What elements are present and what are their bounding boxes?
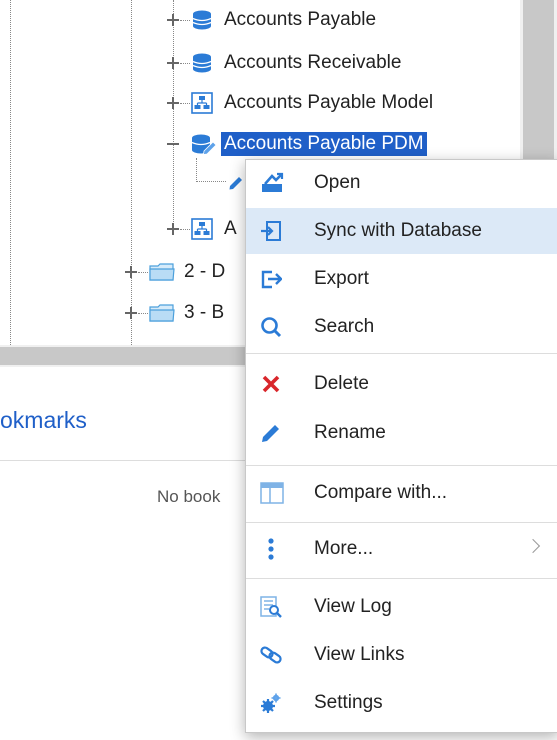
- menu-item-view-log[interactable]: View Log: [246, 584, 557, 630]
- tree-guide-line: [173, 0, 174, 230]
- tree-guide-line: [180, 229, 190, 230]
- menu-item-label: Settings: [314, 692, 383, 713]
- menu-item-search[interactable]: Search: [246, 304, 557, 350]
- tree-item-label: Accounts Payable: [224, 9, 377, 30]
- tree-guide-line: [196, 181, 226, 182]
- menu-item-more[interactable]: More...: [246, 526, 557, 572]
- collapse-toggle[interactable]: [166, 137, 180, 151]
- compare-icon: [260, 482, 284, 504]
- tree-item-label: Accounts Payable PDM: [221, 132, 427, 156]
- view-links-icon: [260, 644, 282, 666]
- menu-separator: [246, 353, 557, 354]
- chevron-right-icon: [525, 538, 541, 554]
- tree-item-label: 3 - B: [184, 302, 225, 323]
- expand-toggle[interactable]: [166, 96, 180, 110]
- tree-item-label: Accounts Receivable: [224, 52, 402, 73]
- menu-item-label: View Log: [314, 596, 392, 617]
- model-icon: [191, 218, 213, 240]
- model-icon: [191, 92, 213, 114]
- menu-item-export[interactable]: Export: [246, 256, 557, 302]
- menu-item-settings[interactable]: Settings: [246, 680, 557, 726]
- menu-item-view-links[interactable]: View Links: [246, 632, 557, 678]
- search-icon: [260, 316, 282, 338]
- menu-item-label: Delete: [314, 373, 369, 394]
- settings-gear-icon: [260, 692, 282, 714]
- open-icon: [260, 172, 284, 194]
- database-icon: [191, 52, 213, 74]
- expand-toggle[interactable]: [166, 56, 180, 70]
- expand-toggle[interactable]: [166, 13, 180, 27]
- tree-item-folder-3[interactable]: 3 - B: [149, 299, 227, 327]
- menu-item-label: Search: [314, 316, 375, 337]
- expand-toggle[interactable]: [166, 222, 180, 236]
- tree-guide-line: [196, 158, 197, 182]
- menu-item-label: Sync with Database: [314, 220, 482, 241]
- tree-guide-line: [180, 103, 190, 104]
- view-log-icon: [260, 596, 282, 618]
- pencil-child-icon: [226, 170, 246, 190]
- menu-item-delete[interactable]: Delete: [246, 361, 557, 407]
- rename-pencil-icon: [260, 422, 282, 444]
- tree-guide-line: [10, 0, 11, 345]
- bookmarks-title[interactable]: okmarks: [0, 407, 87, 434]
- menu-item-label: Open: [314, 172, 361, 193]
- menu-separator: [246, 578, 557, 579]
- menu-item-label: More...: [314, 538, 374, 559]
- expand-toggle[interactable]: [124, 265, 138, 279]
- database-icon: [191, 9, 213, 31]
- tree-item-accounts-payable-model[interactable]: Accounts Payable Model: [191, 89, 436, 117]
- menu-separator: [246, 522, 557, 523]
- tree-item-model[interactable]: A: [191, 215, 240, 243]
- folder-icon: [149, 302, 175, 324]
- menu-item-open[interactable]: Open: [246, 160, 557, 206]
- menu-item-label: Compare with...: [314, 482, 448, 503]
- tree-guide-line: [131, 0, 132, 345]
- tree-item-accounts-payable-pdm[interactable]: Accounts Payable PDM: [191, 130, 427, 158]
- menu-item-label: Export: [314, 268, 369, 289]
- tree-guide-line: [180, 20, 190, 21]
- menu-item-rename[interactable]: Rename: [246, 410, 557, 456]
- context-menu: Open Sync with Database Export Search De…: [245, 159, 557, 733]
- menu-item-label: View Links: [314, 644, 405, 665]
- database-edit-icon: [191, 133, 217, 155]
- tree-item-label: A: [224, 218, 237, 239]
- bookmarks-empty-text: No book: [157, 487, 221, 506]
- tree-item-folder-2[interactable]: 2 - D: [149, 258, 228, 286]
- more-vertical-icon: [260, 538, 282, 560]
- delete-icon: [260, 373, 282, 395]
- menu-item-label: Rename: [314, 422, 386, 443]
- export-icon: [260, 268, 283, 290]
- expand-toggle[interactable]: [124, 306, 138, 320]
- tree-item-accounts-receivable[interactable]: Accounts Receivable: [191, 49, 404, 77]
- folder-icon: [149, 261, 175, 283]
- menu-item-sync-with-database[interactable]: Sync with Database: [246, 208, 557, 254]
- tree-item-label: Accounts Payable Model: [224, 92, 434, 113]
- scrollbar-thumb[interactable]: [0, 347, 250, 365]
- menu-item-compare-with[interactable]: Compare with...: [246, 470, 557, 516]
- tree-item-accounts-payable[interactable]: Accounts Payable: [191, 6, 379, 34]
- sync-database-icon: [260, 220, 282, 242]
- tree-guide-line: [138, 313, 148, 314]
- tree-guide-line: [180, 63, 190, 64]
- tree-guide-line: [138, 272, 148, 273]
- tree-item-label: 2 - D: [184, 261, 226, 282]
- menu-separator: [246, 465, 557, 466]
